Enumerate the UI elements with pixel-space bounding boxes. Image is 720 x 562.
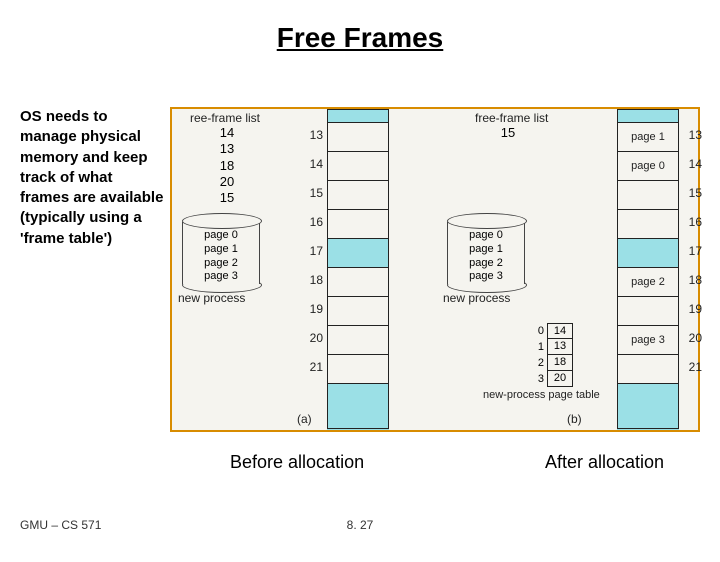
frame-number: 15 [682, 186, 702, 200]
page-table-row: 1 13 [530, 339, 574, 355]
frame-number: 16 [682, 215, 702, 229]
frame-number: 14 [303, 157, 323, 171]
footer-slide-number: 8. 27 [347, 518, 374, 532]
new-process-label: new process [443, 291, 510, 305]
free-frame-list: 15 [493, 125, 523, 141]
process-cylinder: page 0 page 1 page 2 page 3 [447, 213, 525, 293]
frame-number: 21 [682, 360, 702, 374]
subfigure-label: (a) [297, 412, 312, 426]
frame-number: 17 [303, 244, 323, 258]
caption-before: Before allocation [230, 452, 364, 473]
free-frame-item: 20 [212, 174, 242, 190]
page-table-index: 3 [530, 371, 547, 387]
process-page: page 3 [448, 270, 524, 284]
frame-number: 16 [303, 215, 323, 229]
free-frame-list: 14 13 18 20 15 [212, 125, 242, 206]
frame-number: 21 [303, 360, 323, 374]
process-cylinder: page 0 page 1 page 2 page 3 [182, 213, 260, 293]
frame-slot [327, 180, 389, 209]
free-frame-item: 15 [212, 190, 242, 206]
page-table-frame: 18 [547, 355, 573, 371]
frame-slot [327, 209, 389, 238]
frame-slot [617, 354, 679, 383]
frame-slot [327, 296, 389, 325]
figure-before: ree-frame list 14 13 18 20 15 page 0 pag… [172, 109, 437, 430]
memory-column [327, 109, 389, 429]
frame-slot: page 1 [617, 122, 679, 151]
frame-slot [327, 267, 389, 296]
page-table-frame: 20 [547, 371, 573, 387]
process-page: page 2 [183, 257, 259, 271]
frame-slot: page 3 [617, 325, 679, 354]
frame-slot [327, 238, 389, 267]
frame-slot [617, 296, 679, 325]
process-page: page 0 [448, 229, 524, 243]
new-process-label: new process [178, 291, 245, 305]
free-frame-list-label: free-frame list [475, 111, 548, 125]
subfigure-label: (b) [567, 412, 582, 426]
page-table-frame: 14 [547, 323, 573, 339]
page-table-row: 3 20 [530, 371, 574, 387]
frame-slot [617, 238, 679, 267]
frame-number: 18 [303, 273, 323, 287]
frame-slot [327, 151, 389, 180]
frame-number: 15 [303, 186, 323, 200]
process-page: page 0 [183, 229, 259, 243]
frame-slot [617, 180, 679, 209]
page-table-index: 2 [530, 355, 547, 371]
process-page: page 1 [183, 243, 259, 257]
frame-slot: page 0 [617, 151, 679, 180]
memory-column: page 1 page 0 page 2 page 3 [617, 109, 679, 429]
frame-number: 14 [682, 157, 702, 171]
free-frame-list-label: ree-frame list [190, 111, 260, 125]
footer-course: GMU – CS 571 [20, 518, 101, 532]
free-frame-item: 18 [212, 158, 242, 174]
frame-number: 17 [682, 244, 702, 258]
frame-number: 18 [682, 273, 702, 287]
figure: ree-frame list 14 13 18 20 15 page 0 pag… [170, 107, 700, 432]
body-text: OS needs to manage physical memory and k… [20, 107, 165, 249]
page-table-row: 2 18 [530, 355, 574, 371]
page-table-row: 0 14 [530, 323, 574, 339]
frame-number: 13 [303, 128, 323, 142]
frame-number: 20 [682, 331, 702, 345]
process-page: page 1 [448, 243, 524, 257]
frame-number: 13 [682, 128, 702, 142]
frame-slot [617, 209, 679, 238]
page-table-frame: 13 [547, 339, 573, 355]
slide-title: Free Frames [0, 22, 720, 54]
frame-slot [327, 325, 389, 354]
frame-slot [327, 354, 389, 383]
free-frame-item: 15 [493, 125, 523, 141]
frame-number: 20 [303, 331, 323, 345]
frame-slot [327, 122, 389, 151]
frame-number: 19 [303, 302, 323, 316]
page-table-caption: new-process page table [483, 389, 600, 401]
free-frame-item: 14 [212, 125, 242, 141]
process-page: page 3 [183, 270, 259, 284]
page-table-index: 0 [530, 323, 547, 339]
caption-after: After allocation [545, 452, 664, 473]
frame-slot: page 2 [617, 267, 679, 296]
free-frame-item: 13 [212, 141, 242, 157]
page-table-index: 1 [530, 339, 547, 355]
process-page: page 2 [448, 257, 524, 271]
figure-after: free-frame list 15 page 0 page 1 page 2 … [437, 109, 702, 430]
page-table: 0 14 1 13 2 18 3 20 [530, 323, 574, 387]
frame-number: 19 [682, 302, 702, 316]
